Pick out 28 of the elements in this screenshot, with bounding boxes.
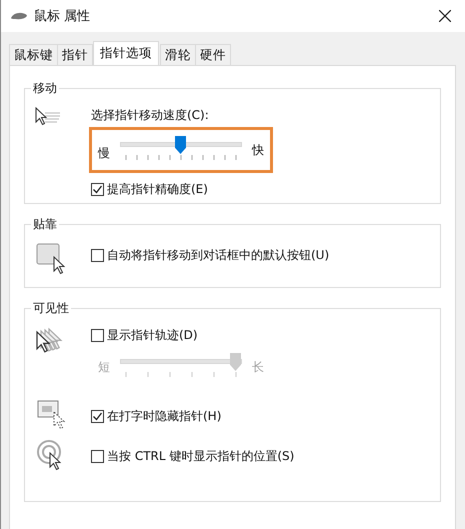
checkbox[interactable] — [91, 183, 104, 196]
checkbox[interactable] — [91, 249, 104, 262]
slider-label: 选择指针移动速度(C): — [91, 107, 210, 124]
tab[interactable]: 滑轮 — [160, 44, 196, 65]
slider-min-label: 慢 — [98, 144, 110, 162]
checkbox-label[interactable]: 提高指针精确度(E) — [107, 181, 208, 198]
slider-max-label: 快 — [252, 142, 264, 158]
cursor-speed-icon — [35, 107, 61, 127]
checkbox[interactable] — [91, 410, 104, 423]
close-icon[interactable] — [439, 10, 451, 22]
checkbox[interactable] — [91, 329, 104, 342]
checkbox-label[interactable]: 自动将指针移动到对话框中的默认按钮(U) — [107, 247, 330, 264]
checkbox[interactable] — [91, 450, 104, 463]
group-title: 可见性 — [32, 300, 70, 317]
mouse-icon — [10, 12, 28, 20]
slider-min-label: 短 — [98, 358, 110, 376]
tab[interactable]: 指针选项 — [93, 41, 159, 65]
tab[interactable]: 指针 — [57, 44, 93, 65]
slider-max-label: 长 — [252, 358, 264, 376]
tab[interactable]: 鼠标键 — [9, 44, 58, 65]
checkbox-label[interactable]: 显示指针轨迹(D) — [107, 327, 198, 344]
window-title: 鼠标 属性 — [34, 8, 92, 25]
group-title: 移动 — [32, 80, 58, 97]
group-title: 贴靠 — [32, 216, 58, 233]
checkbox-label[interactable]: 在打字时隐藏指针(H) — [107, 408, 222, 425]
tab[interactable]: 硬件 — [195, 44, 231, 65]
checkbox-label[interactable]: 当按 CTRL 键时显示指针的位置(S) — [107, 448, 294, 465]
slider-thumb[interactable] — [175, 136, 186, 154]
